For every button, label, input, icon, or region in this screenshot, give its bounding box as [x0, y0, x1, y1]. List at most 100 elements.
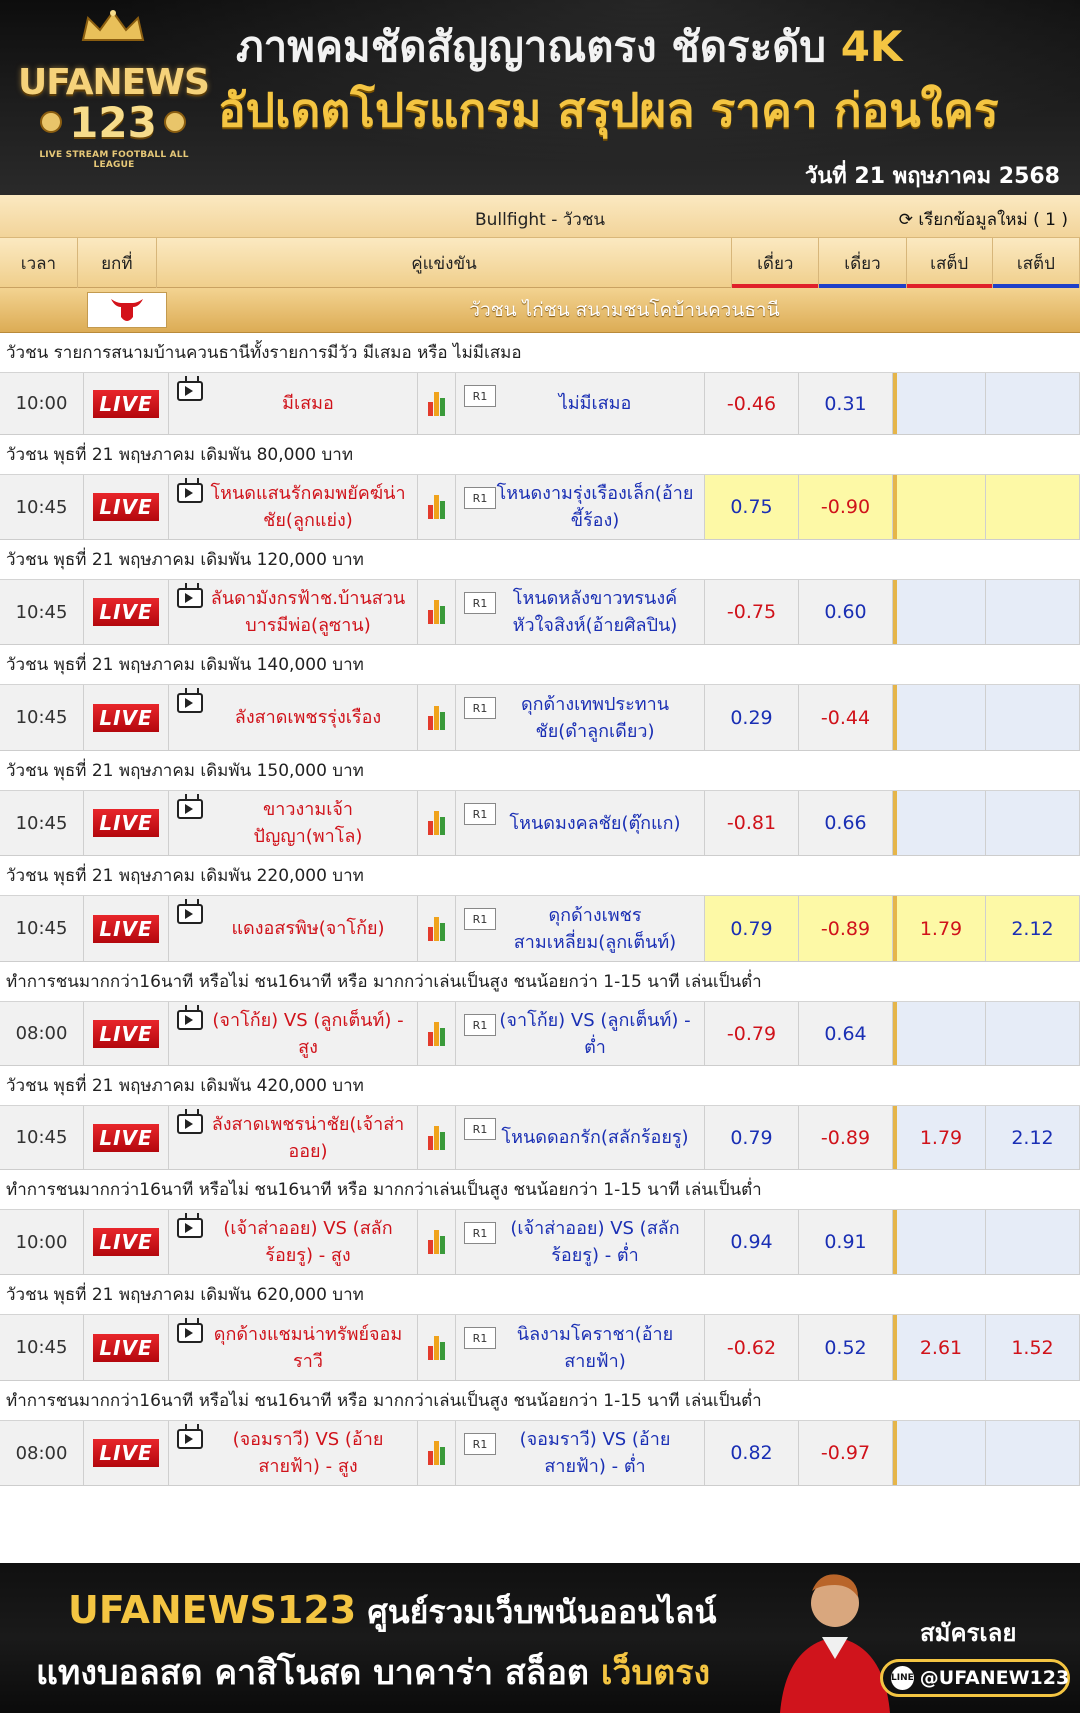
home-team-cell[interactable]: (จาโก้ย) VS (ลูกเต็นท์) - สูง [169, 1002, 418, 1065]
stats-button[interactable] [418, 685, 456, 750]
odds-step-2[interactable]: 1.52 [986, 1315, 1080, 1380]
odds-step-1[interactable] [893, 791, 986, 855]
stats-button[interactable] [418, 1210, 456, 1274]
home-team-cell[interactable]: (เจ้าส่าออย) VS (สลักร้อยรู) - สูง [169, 1210, 418, 1274]
odds-single-1[interactable]: 0.79 [705, 896, 799, 961]
live-button[interactable]: LIVE [84, 896, 169, 961]
stats-button[interactable] [418, 791, 456, 855]
tv-icon[interactable] [177, 381, 203, 401]
odds-single-1[interactable]: -0.81 [705, 791, 799, 855]
odds-single-2[interactable]: 0.31 [799, 373, 893, 434]
tv-icon[interactable] [177, 693, 203, 713]
away-team-cell[interactable]: R1 ไม่มีเสมอ [456, 373, 705, 434]
stats-button[interactable] [418, 475, 456, 539]
odds-single-1[interactable]: 0.82 [705, 1421, 799, 1485]
away-team-cell[interactable]: R1 ดุกด้างเพชรสามเหลี่ยม(ลูกเต็นท์) [456, 896, 705, 961]
home-team-cell[interactable]: โหนดแสนรักคมพยัคฆ์น่าชัย(ลูกแย่ง) [169, 475, 418, 539]
odds-step-2[interactable] [986, 475, 1080, 539]
live-button[interactable]: LIVE [84, 373, 169, 434]
away-team-cell[interactable]: R1 โหนดดอกรัก(สลักร้อยรู) [456, 1106, 705, 1169]
live-button[interactable]: LIVE [84, 1421, 169, 1485]
odds-single-1[interactable]: -0.79 [705, 1002, 799, 1065]
match-row[interactable]: 10:45 LIVE โหนดแสนรักคมพยัคฆ์น่าชัย(ลูกแย่… [0, 475, 1080, 540]
match-row[interactable]: 10:45 LIVE ลังสาดเพชรรุ่งเรือง R1 ดุกด้างเทพ… [0, 685, 1080, 751]
tv-icon[interactable] [177, 483, 203, 503]
match-row[interactable]: 10:45 LIVE ลังสาดเพชรน่าชัย(เจ้าส่าออย) R1 โ… [0, 1106, 1080, 1170]
odds-step-1[interactable]: 2.61 [893, 1315, 986, 1380]
odds-step-2[interactable] [986, 1421, 1080, 1485]
odds-step-1[interactable] [893, 580, 986, 644]
away-team-cell[interactable]: R1 ดุกด้างเทพประทานชัย(ดำลูกเดียว) [456, 685, 705, 750]
odds-single-2[interactable]: -0.89 [799, 1106, 893, 1169]
match-row[interactable]: 10:00 LIVE (เจ้าส่าออย) VS (สลักร้อยรู) - … [0, 1210, 1080, 1275]
odds-step-1[interactable] [893, 685, 986, 750]
home-team-cell[interactable]: ลังสาดเพชรรุ่งเรือง [169, 685, 418, 750]
odds-step-1[interactable] [893, 1002, 986, 1065]
tv-icon[interactable] [177, 1429, 203, 1449]
signup-button[interactable]: สมัครเลย [920, 1613, 1016, 1652]
live-button[interactable]: LIVE [84, 1106, 169, 1169]
live-button[interactable]: LIVE [84, 1210, 169, 1274]
odds-single-1[interactable]: 0.75 [705, 475, 799, 539]
odds-single-1[interactable]: 0.94 [705, 1210, 799, 1274]
odds-single-2[interactable]: 0.91 [799, 1210, 893, 1274]
odds-single-2[interactable]: -0.97 [799, 1421, 893, 1485]
odds-step-1[interactable]: 1.79 [893, 896, 986, 961]
odds-step-1[interactable] [893, 475, 986, 539]
odds-step-2[interactable] [986, 1210, 1080, 1274]
odds-step-2[interactable] [986, 580, 1080, 644]
live-button[interactable]: LIVE [84, 791, 169, 855]
odds-single-1[interactable]: 0.29 [705, 685, 799, 750]
odds-single-1[interactable]: -0.62 [705, 1315, 799, 1380]
odds-step-1[interactable]: 1.79 [893, 1106, 986, 1169]
odds-single-2[interactable]: 0.60 [799, 580, 893, 644]
odds-step-1[interactable] [893, 373, 986, 434]
home-team-cell[interactable]: มีเสมอ [169, 373, 418, 434]
tv-icon[interactable] [177, 904, 203, 924]
home-team-cell[interactable]: ขาวงามเจ้าปัญญา(พาโล) [169, 791, 418, 855]
away-team-cell[interactable]: R1 โหนดงามรุ่งเรืองเล็ก(อ้ายขี้ร้อง) [456, 475, 705, 539]
away-team-cell[interactable]: R1 (เจ้าส่าออย) VS (สลักร้อยรู) - ต่ำ [456, 1210, 705, 1274]
stats-button[interactable] [418, 896, 456, 961]
odds-single-2[interactable]: 0.66 [799, 791, 893, 855]
odds-step-2[interactable]: 2.12 [986, 1106, 1080, 1169]
odds-step-2[interactable] [986, 685, 1080, 750]
home-team-cell[interactable]: ลังสาดเพชรน่าชัย(เจ้าส่าออย) [169, 1106, 418, 1169]
odds-single-2[interactable]: 0.64 [799, 1002, 893, 1065]
odds-step-2[interactable] [986, 373, 1080, 434]
tv-icon[interactable] [177, 1323, 203, 1343]
odds-step-2[interactable] [986, 1002, 1080, 1065]
odds-single-1[interactable]: -0.46 [705, 373, 799, 434]
match-row[interactable]: 10:00 LIVE มีเสมอ R1 ไม่มีเสมอ -0.46 0.31 [0, 373, 1080, 435]
match-row[interactable]: 10:45 LIVE ดุกด้างแชมน่าทรัพย์จอมราวี R1 นิล… [0, 1315, 1080, 1381]
odds-single-2[interactable]: -0.89 [799, 896, 893, 961]
line-id-button[interactable]: LINE @UFANEW123 [880, 1659, 1070, 1697]
away-team-cell[interactable]: R1 (จาโก้ย) VS (ลูกเต็นท์) - ต่ำ [456, 1002, 705, 1065]
home-team-cell[interactable]: แดงอสรพิษ(จาโก้ย) [169, 896, 418, 961]
away-team-cell[interactable]: R1 (จอมราวี) VS (อ้ายสายฟ้า) - ต่ำ [456, 1421, 705, 1485]
tv-icon[interactable] [177, 1010, 203, 1030]
refresh-button[interactable]: ⟳ เรียกข้อมูลใหม่ ( 1 ) [899, 206, 1068, 233]
odds-step-2[interactable] [986, 791, 1080, 855]
live-button[interactable]: LIVE [84, 580, 169, 644]
stats-button[interactable] [418, 1002, 456, 1065]
tv-icon[interactable] [177, 799, 203, 819]
stats-button[interactable] [418, 1421, 456, 1485]
match-row[interactable]: 08:00 LIVE (จอมราวี) VS (อ้ายสายฟ้า) - สูง… [0, 1421, 1080, 1486]
live-button[interactable]: LIVE [84, 475, 169, 539]
match-row[interactable]: 08:00 LIVE (จาโก้ย) VS (ลูกเต็นท์) - สูง R1… [0, 1002, 1080, 1066]
stats-button[interactable] [418, 373, 456, 434]
home-team-cell[interactable]: (จอมราวี) VS (อ้ายสายฟ้า) - สูง [169, 1421, 418, 1485]
stats-button[interactable] [418, 580, 456, 644]
stats-button[interactable] [418, 1315, 456, 1380]
site-logo[interactable]: UFANEWS 123 LIVE STREAM FOOTBALL ALL LEA… [18, 10, 210, 180]
live-button[interactable]: LIVE [84, 1315, 169, 1380]
away-team-cell[interactable]: R1 โหนดมงคลชัย(ตุ๊กแก) [456, 791, 705, 855]
home-team-cell[interactable]: ลันดามังกรฟ้าช.บ้านสวนบารมีพ่อ(ลูซาน) [169, 580, 418, 644]
tv-icon[interactable] [177, 588, 203, 608]
odds-single-2[interactable]: -0.44 [799, 685, 893, 750]
odds-single-1[interactable]: -0.75 [705, 580, 799, 644]
tv-icon[interactable] [177, 1218, 203, 1238]
odds-step-1[interactable] [893, 1210, 986, 1274]
odds-single-2[interactable]: -0.90 [799, 475, 893, 539]
